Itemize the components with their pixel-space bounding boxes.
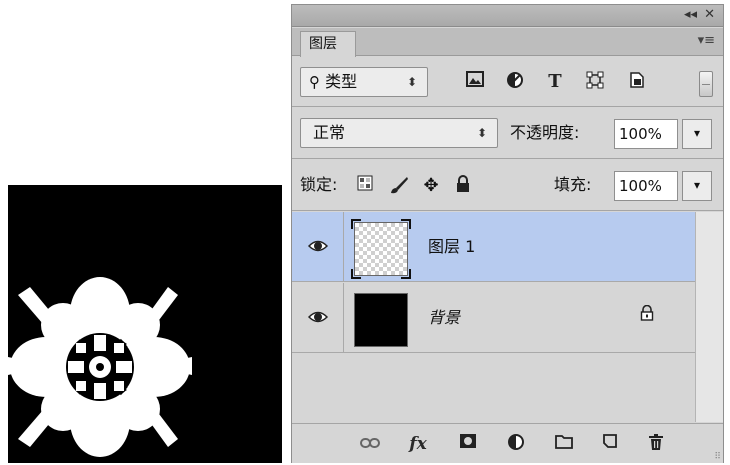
selection-corner [351, 219, 361, 229]
white-flower-image [8, 277, 192, 457]
filter-kind-select[interactable]: ⚲ 类型 ⬍ [300, 67, 428, 97]
lock-transparent-pixels-icon[interactable] [354, 175, 376, 197]
fill-dropdown-button[interactable]: ▾ [682, 171, 712, 201]
select-arrows-icon: ⬍ [476, 126, 487, 140]
lock-image-pixels-icon[interactable] [388, 175, 410, 197]
opacity-input[interactable]: 100% [614, 119, 678, 149]
lock-position-icon[interactable]: ✥ [420, 175, 442, 197]
panel-tab-row: 图层 ▾≡ [292, 28, 723, 57]
visibility-cell[interactable] [292, 212, 344, 282]
panel-menu-icon[interactable]: ▾≡ [698, 33, 715, 48]
select-arrows-icon: ⬍ [406, 75, 417, 89]
layers-bottom-toolbar: fx ⠿ [292, 423, 723, 463]
layer-style-fx-icon[interactable]: fx [406, 433, 430, 455]
fill-input[interactable]: 100% [614, 171, 678, 201]
tab-layers[interactable]: 图层 [300, 31, 356, 57]
blend-mode-value: 正常 [313, 123, 346, 142]
lock-fill-row: 锁定: ✥ 填充: 100% ▾ [292, 160, 723, 211]
layers-scrollbar[interactable] [695, 212, 723, 422]
eye-icon[interactable] [308, 310, 328, 324]
panel-titlebar[interactable]: ◂◂ ✕ [292, 5, 723, 27]
type-filter-icon[interactable]: T [544, 71, 566, 93]
lock-all-icon[interactable] [452, 175, 474, 197]
adjustment-filter-icon[interactable] [504, 71, 526, 93]
eye-icon[interactable] [308, 239, 328, 253]
search-icon: ⚲ [309, 73, 320, 91]
layer-row-background[interactable]: 背景 [292, 283, 695, 353]
layer-filter-row: ⚲ 类型 ⬍ T [292, 57, 723, 107]
canvas-preview [8, 185, 282, 463]
layer-name[interactable]: 背景 [428, 307, 460, 329]
collapse-icon[interactable]: ◂◂ [684, 7, 697, 23]
blend-mode-select[interactable]: 正常 ⬍ [300, 118, 498, 148]
delete-layer-icon[interactable] [644, 433, 668, 455]
opacity-label: 不透明度: [510, 123, 580, 142]
visibility-cell[interactable] [292, 283, 344, 353]
layer-row-layer-1[interactable]: 图层 1 [292, 212, 695, 282]
new-layer-icon[interactable] [598, 433, 622, 455]
layers-list: 图层 1 背景 [292, 212, 723, 422]
new-adjustment-layer-icon[interactable] [504, 433, 528, 455]
layer-thumbnail[interactable] [354, 293, 408, 347]
blend-opacity-row: 正常 ⬍ 不透明度: 100% ▾ [292, 108, 723, 159]
selection-corner [401, 269, 411, 279]
close-icon[interactable]: ✕ [704, 7, 715, 23]
layer-lock-icon [640, 304, 654, 326]
tab-layers-label: 图层 [309, 36, 337, 52]
new-group-icon[interactable] [552, 433, 576, 455]
lock-label: 锁定: [300, 175, 338, 194]
layers-panel: ◂◂ ✕ 图层 ▾≡ ⚲ 类型 ⬍ T 正常 ⬍ 不透明度: 100% ▾ 锁定… [291, 4, 724, 463]
layer-name[interactable]: 图层 1 [428, 236, 475, 258]
selection-corner [351, 269, 361, 279]
filter-toggle-switch[interactable] [699, 71, 713, 97]
image-filter-icon[interactable] [464, 71, 486, 93]
layer-thumbnail[interactable] [351, 219, 411, 279]
filter-kind-label: 类型 [325, 72, 358, 91]
selection-corner [401, 219, 411, 229]
smart-object-filter-icon[interactable] [626, 71, 648, 93]
shape-filter-icon[interactable] [584, 71, 606, 93]
resize-grip-icon[interactable]: ⠿ [714, 453, 721, 462]
link-layers-icon[interactable] [358, 433, 382, 455]
fill-label: 填充: [554, 175, 592, 194]
add-mask-icon[interactable] [456, 433, 480, 455]
opacity-dropdown-button[interactable]: ▾ [682, 119, 712, 149]
